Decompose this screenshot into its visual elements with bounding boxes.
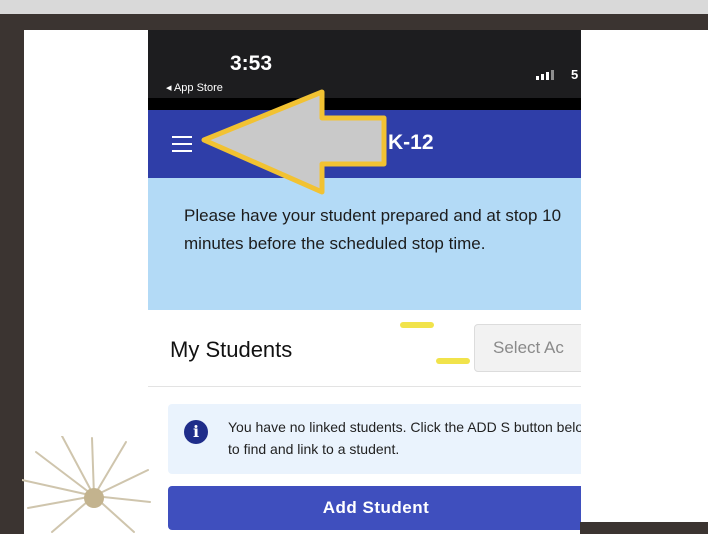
my-students-heading: My Students bbox=[170, 337, 293, 362]
carrier-label: 5 bbox=[571, 67, 579, 82]
info-alert: i You have no linked students. Click the… bbox=[168, 404, 581, 474]
notice-text: Please have your student prepared and at… bbox=[184, 206, 562, 253]
info-message: You have no linked students. Click the A… bbox=[228, 419, 581, 457]
students-header: My Students Select Ac bbox=[148, 310, 581, 387]
signal-icon bbox=[536, 70, 554, 80]
sunburst-decoration bbox=[22, 436, 151, 533]
status-time: 3:53 bbox=[230, 52, 273, 75]
add-student-button[interactable]: Add Student bbox=[168, 486, 581, 530]
highlight-mark bbox=[400, 322, 434, 328]
select-account-dropdown[interactable]: Select Ac bbox=[474, 324, 581, 372]
info-icon: i bbox=[184, 420, 208, 444]
window-frame-bottom bbox=[580, 522, 708, 534]
window-top-strip bbox=[0, 0, 708, 14]
pointing-arrow bbox=[201, 89, 387, 195]
menu-icon[interactable] bbox=[172, 136, 192, 152]
highlight-mark bbox=[436, 358, 470, 364]
